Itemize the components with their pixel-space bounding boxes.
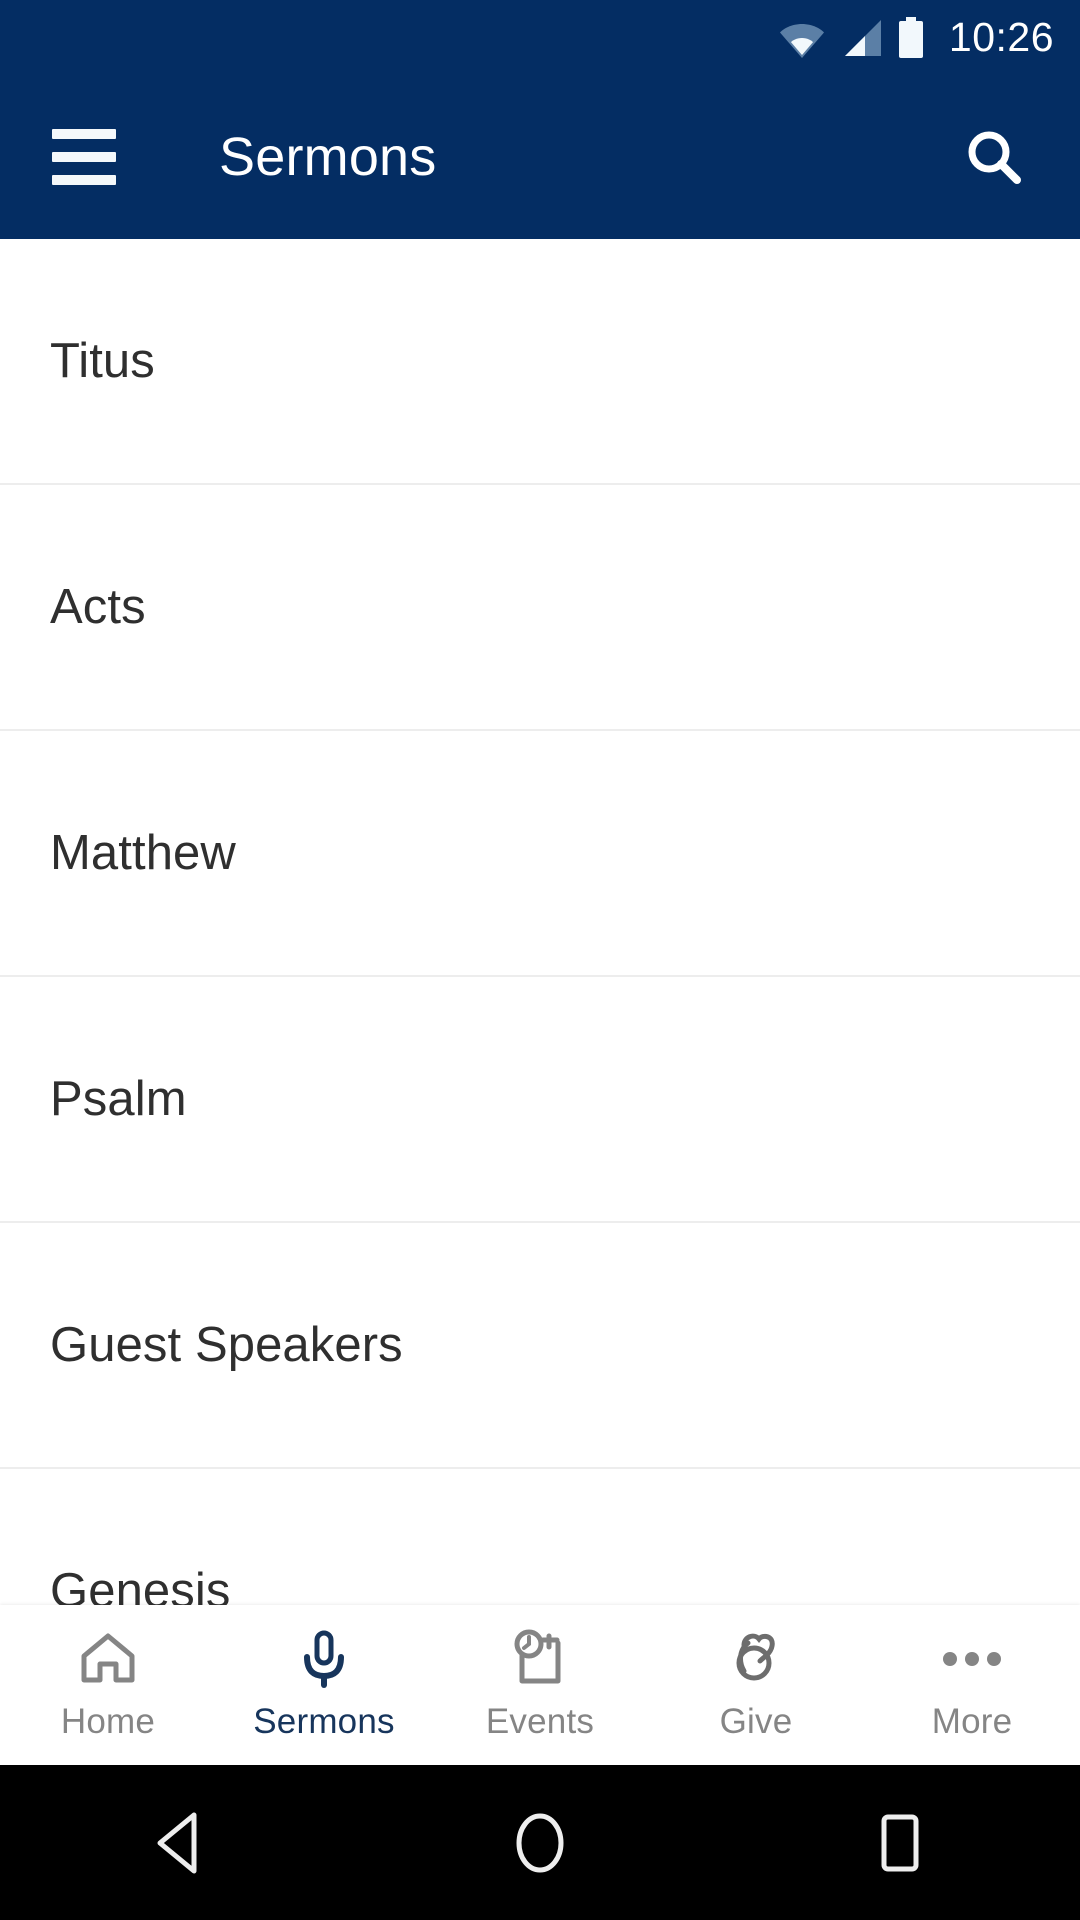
recents-square-icon[interactable]: [720, 1765, 1080, 1920]
status-bar: 10:26: [0, 0, 1080, 75]
home-icon: [78, 1628, 138, 1690]
back-triangle-icon[interactable]: [0, 1765, 360, 1920]
giving-hand-icon: [726, 1628, 786, 1690]
tab-label: Sermons: [253, 1702, 395, 1741]
list-item[interactable]: Acts: [0, 485, 1080, 731]
battery-full-icon: [897, 16, 925, 59]
tab-label: Events: [485, 1702, 595, 1741]
list-item[interactable]: Matthew: [0, 731, 1080, 977]
bottom-tab-bar: Home Sermons Events Give More: [0, 1605, 1080, 1765]
tab-more[interactable]: More: [864, 1605, 1080, 1765]
more-dots-icon: [941, 1628, 1003, 1690]
list-item-label: Matthew: [50, 826, 236, 880]
sermon-series-list[interactable]: Titus Acts Matthew Psalm Guest Speakers …: [0, 239, 1080, 1605]
tab-label: More: [931, 1702, 1013, 1741]
list-item-label: Acts: [50, 580, 146, 634]
list-item[interactable]: Psalm: [0, 977, 1080, 1223]
list-item[interactable]: Titus: [0, 239, 1080, 485]
calendar-clock-icon: [509, 1628, 571, 1690]
tab-give[interactable]: Give: [648, 1605, 864, 1765]
wifi-icon: [779, 18, 825, 58]
status-bar-clock: 10:26: [948, 14, 1054, 60]
microphone-icon: [294, 1628, 354, 1690]
search-icon[interactable]: [954, 117, 1034, 197]
app-bar: Sermons: [0, 75, 1080, 239]
tab-label: Home: [60, 1702, 156, 1741]
tab-home[interactable]: Home: [0, 1605, 216, 1765]
list-item-label: Genesis: [50, 1564, 231, 1605]
list-item[interactable]: Genesis: [0, 1469, 1080, 1605]
page-title: Sermons: [219, 127, 437, 187]
tab-label: Give: [719, 1702, 793, 1741]
tab-sermons[interactable]: Sermons: [216, 1605, 432, 1765]
phone-screen: 10:26 Sermons Titus Acts Matthew Psalm G…: [0, 0, 1080, 1920]
list-item[interactable]: Guest Speakers: [0, 1223, 1080, 1469]
list-item-label: Titus: [50, 334, 155, 388]
list-item-label: Psalm: [50, 1072, 187, 1126]
hamburger-menu-icon[interactable]: [52, 129, 116, 185]
list-item-label: Guest Speakers: [50, 1318, 403, 1372]
tab-events[interactable]: Events: [432, 1605, 648, 1765]
home-circle-icon[interactable]: [360, 1765, 720, 1920]
android-navigation-bar: [0, 1765, 1080, 1920]
cellular-signal-icon: [839, 18, 883, 58]
